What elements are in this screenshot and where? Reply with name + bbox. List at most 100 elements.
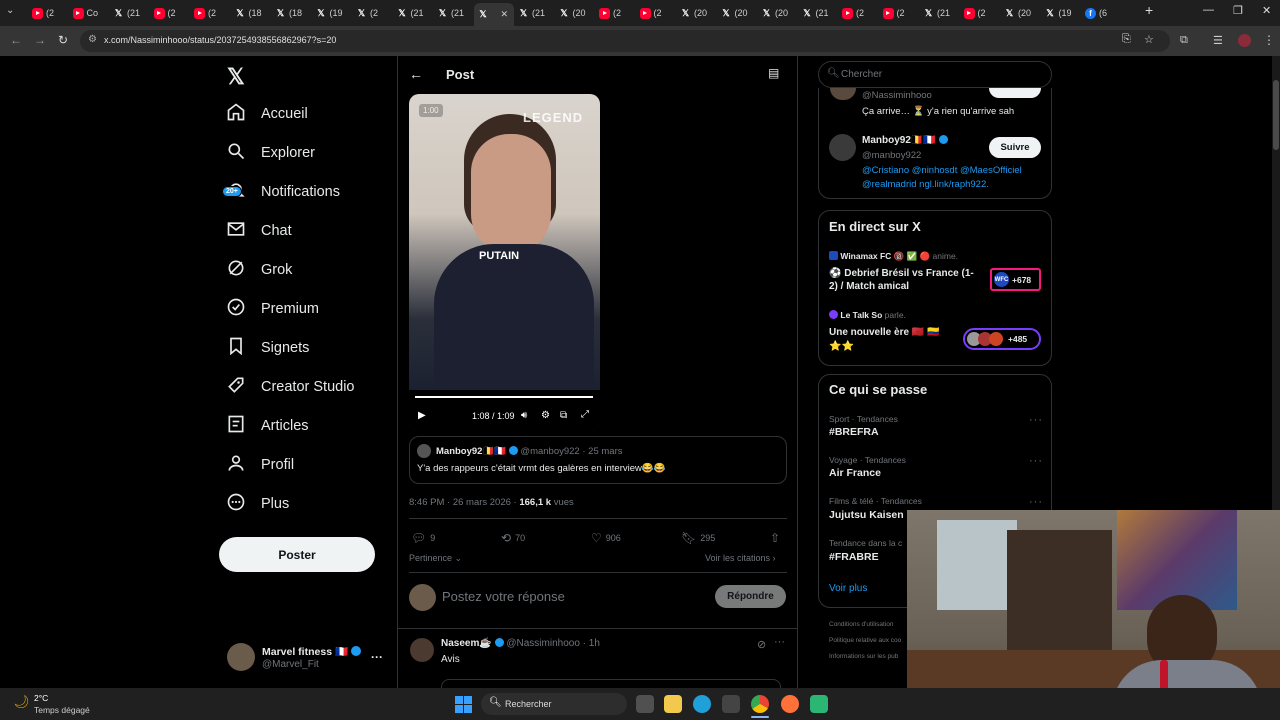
browser-tab[interactable]: 𝕏 (2 (352, 3, 392, 23)
maximize-icon[interactable]: ❐ (1233, 4, 1243, 17)
task-view-icon[interactable] (636, 695, 654, 713)
browser-tab[interactable]: 𝕏 (20 (717, 3, 757, 23)
trend-more-icon[interactable]: ··· (1029, 455, 1043, 467)
grok-icon[interactable]: ⊘ (757, 638, 766, 651)
browser-tab[interactable]: Co (69, 3, 109, 23)
browser-tab[interactable]: 𝕏 (18 (271, 3, 311, 23)
reader-mode-icon[interactable]: ▤ (768, 66, 779, 80)
live-space-title[interactable]: ⚽ Debrief Brésil vs France (1-2) / Match… (829, 267, 979, 293)
reply-input[interactable]: Postez votre réponse (442, 589, 565, 604)
bookmark-action[interactable]: 🔖︎ 295 (681, 531, 715, 545)
browser-tab[interactable]: (2 (636, 3, 676, 23)
post-button[interactable]: Poster (219, 537, 375, 572)
install-app-icon[interactable]: ⎘ (1122, 33, 1131, 46)
video-player[interactable]: 1:00 LEGEND PUTAIN ▶ 1:08 / 1:09 🔊︎ ⚙ ⧉ … (409, 94, 600, 431)
chrome-icon[interactable] (751, 695, 769, 713)
live-listeners[interactable]: +485 (963, 328, 1041, 350)
browser-tab[interactable]: 𝕏 (20 (757, 3, 797, 23)
footer-link[interactable]: Politique relative aux coo (829, 637, 901, 644)
trend-item[interactable]: #FRABRE (829, 551, 879, 563)
browser-tab[interactable]: 𝕏 (18 (231, 3, 271, 23)
store-icon[interactable] (722, 695, 740, 713)
browser-tab[interactable]: f (6 (1081, 3, 1121, 23)
nav-item-plus[interactable]: Plus (226, 490, 289, 518)
browser-tab[interactable]: 𝕏 (20 (1000, 3, 1040, 23)
nav-item-creator-studio[interactable]: Creator Studio (226, 373, 355, 401)
media-control-icon[interactable]: ☰ (1213, 34, 1223, 47)
pip-icon[interactable]: ⧉ (560, 410, 567, 421)
nav-item-chat[interactable]: Chat (226, 217, 292, 245)
browser-tab[interactable]: 𝕏 (21 (798, 3, 838, 23)
browser-tab[interactable]: 𝕏 (21 (514, 3, 554, 23)
account-more-icon[interactable]: ··· (371, 650, 383, 664)
new-tab-icon[interactable]: + (1145, 2, 1153, 18)
trend-more-icon[interactable]: ··· (1029, 414, 1043, 426)
weather-temp[interactable]: 2°C (34, 693, 48, 703)
browser-tab[interactable]: 𝕏 (19 (1041, 3, 1081, 23)
follow-button-partial[interactable] (989, 88, 1041, 98)
app-icon[interactable] (810, 695, 828, 713)
reply-button[interactable]: Répondre (715, 585, 786, 608)
trend-more-icon[interactable]: ··· (1029, 496, 1043, 508)
fullscreen-icon[interactable]: ⤢ (581, 409, 589, 420)
site-info-icon[interactable]: ⚙ (88, 34, 97, 45)
nav-item-grok[interactable]: Grok (226, 256, 292, 284)
reply-tweet-avatar[interactable] (410, 638, 434, 662)
live-space-title[interactable]: Une nouvelle ère 🇲🇦 🇨🇴 (829, 327, 940, 338)
video-progress-bar[interactable] (415, 396, 593, 398)
settings-icon[interactable]: ⚙ (541, 410, 550, 421)
browser-menu-icon[interactable]: ⋮ (1263, 33, 1275, 47)
profile-avatar[interactable] (1238, 34, 1251, 47)
address-bar[interactable]: ⚙ x.com/Nassiminhooo/status/203725493855… (80, 30, 1170, 52)
back-icon[interactable]: ← (10, 33, 22, 47)
reload-icon[interactable]: ↻ (58, 33, 68, 47)
x-logo-icon[interactable]: 𝕏 (227, 64, 245, 90)
nav-item-premium[interactable]: Premium (226, 295, 319, 323)
browser-tab[interactable]: 𝕏 (20 (555, 3, 595, 23)
file-explorer-icon[interactable] (664, 695, 682, 713)
trend-item[interactable]: Air France (829, 467, 881, 479)
show-more-link[interactable]: Voir plus (829, 583, 867, 594)
browser-tab[interactable]: 𝕏 (21 (433, 3, 473, 23)
close-window-icon[interactable]: ✕ (1262, 4, 1271, 17)
nav-item-articles[interactable]: Articles (226, 412, 309, 440)
taskbar-search[interactable]: 🔍︎ Rechercher (481, 693, 627, 715)
scrollbar-thumb[interactable] (1273, 80, 1279, 150)
trend-item[interactable]: #BREFRA (829, 426, 879, 438)
search-box[interactable]: 🔍︎ Chercher (818, 61, 1052, 88)
browser-tab[interactable]: 𝕏 (21 (393, 3, 433, 23)
back-arrow-icon[interactable]: ← (409, 66, 423, 82)
tab-search-icon[interactable]: ⌄ (6, 5, 14, 16)
view-quotes-link[interactable]: Voir les citations › (705, 553, 776, 563)
footer-link[interactable]: Conditions d'utilisation (829, 621, 893, 628)
user-avatar[interactable] (829, 134, 856, 161)
trend-item[interactable]: Jujutsu Kaisen (829, 509, 904, 521)
browser-tab[interactable]: 𝕏 (19 (312, 3, 352, 23)
like-action[interactable]: ♡ 906 (591, 531, 621, 545)
bookmark-star-icon[interactable]: ☆ (1144, 33, 1154, 46)
weather-icon[interactable]: 🌙︎ (13, 694, 30, 710)
quoted-post[interactable] (409, 436, 787, 484)
browser-tab[interactable]: (2 (960, 3, 1000, 23)
live-host[interactable]: Winamax FC 🔞 ✅ 🔴 anime. (829, 251, 958, 262)
reply-tweet-more-icon[interactable]: ··· (774, 636, 785, 648)
account-avatar[interactable] (227, 643, 255, 671)
browser-tab[interactable]: (2 (28, 3, 68, 23)
browser-tab[interactable]: 𝕏 (21 (919, 3, 959, 23)
follow-button[interactable]: Suivre (989, 137, 1041, 158)
start-button[interactable] (455, 696, 472, 713)
browser-tab[interactable]: (2 (595, 3, 635, 23)
extensions-icon[interactable]: ⧉ (1180, 34, 1188, 47)
reply-action[interactable]: 💬︎ 9 (411, 531, 435, 545)
user-bio-links[interactable]: @realmadrid ngl.link/raph922. (862, 179, 989, 190)
share-action[interactable]: ⇧ (770, 531, 780, 545)
account-name[interactable]: Marvel fitness 🇫🇷 (262, 645, 361, 658)
browser-tab[interactable]: 𝕏 (21 (109, 3, 149, 23)
browser-tab[interactable]: (2 (838, 3, 878, 23)
footer-link[interactable]: Informations sur les pub (829, 653, 898, 660)
browser-tab[interactable]: (2 (879, 3, 919, 23)
nav-item-accueil[interactable]: Accueil (226, 100, 308, 128)
close-tab-icon[interactable]: ✕ (501, 9, 509, 20)
user-bio-links[interactable]: @Cristiano @ninhosdt @MaesOfficiel (862, 165, 1022, 176)
live-listeners[interactable]: WFC +678 (990, 268, 1041, 291)
